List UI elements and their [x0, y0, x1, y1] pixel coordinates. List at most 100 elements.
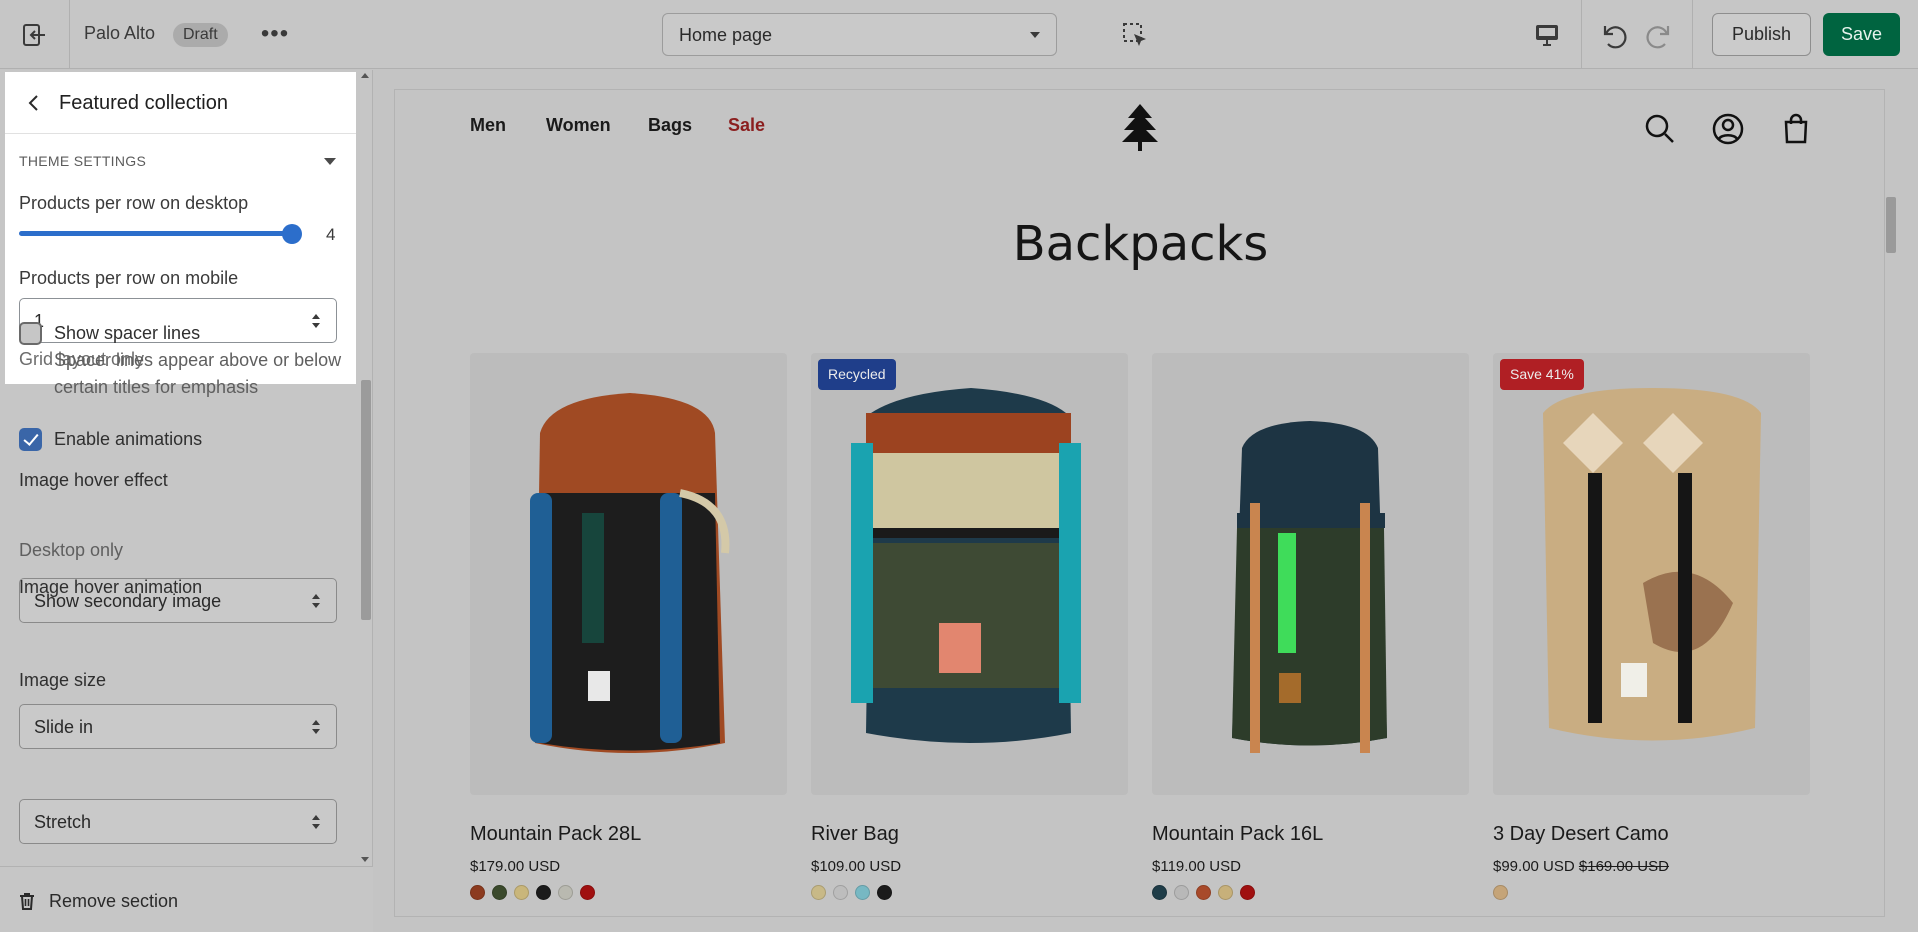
color-swatch[interactable] [1240, 885, 1255, 900]
product-badge: Save 41% [1500, 359, 1584, 390]
color-swatch[interactable] [855, 885, 870, 900]
redo-icon[interactable] [1644, 20, 1676, 50]
desktop-row-value: 4 [326, 225, 336, 244]
divider [69, 0, 70, 69]
nav-link-bags[interactable]: Bags [648, 115, 692, 136]
store-preview: Men Women Bags Sale Backpacks Mountain P… [394, 89, 1885, 917]
scroll-up-icon[interactable] [361, 73, 369, 78]
desktop-view-icon[interactable] [1533, 21, 1561, 49]
price-value: $99.00 USD [1493, 858, 1575, 875]
color-swatch[interactable] [1152, 885, 1167, 900]
trash-icon[interactable] [17, 891, 37, 911]
color-swatch[interactable] [1218, 885, 1233, 900]
mobile-row-label: Products per row on mobile [19, 268, 239, 288]
section-title: Featured collection [59, 92, 228, 114]
inspector-icon[interactable] [1121, 21, 1149, 49]
scrollbar-thumb[interactable] [1886, 197, 1896, 253]
color-swatch[interactable] [833, 885, 848, 900]
sidebar-scrollbar[interactable] [358, 70, 371, 866]
back-arrow-icon[interactable] [23, 92, 45, 114]
preview-scrollbar[interactable] [1884, 89, 1898, 917]
store-name: Palo Alto [84, 23, 156, 43]
spacer-lines-checkbox[interactable] [19, 322, 42, 345]
hover-effect-help: Desktop only [19, 540, 124, 560]
color-swatch[interactable] [536, 885, 551, 900]
product-price: $99.00 USD $169.00 USD [1493, 858, 1669, 875]
slider-track [19, 231, 291, 236]
editor-topbar: Palo Alto Draft ••• Home page Publish Sa… [0, 0, 1918, 69]
save-button[interactable]: Save [1823, 13, 1900, 56]
color-swatch[interactable] [580, 885, 595, 900]
exit-icon[interactable] [18, 20, 52, 50]
caret-down-icon[interactable] [324, 158, 336, 165]
color-swatch[interactable] [1174, 885, 1189, 900]
section-header: Featured collection [5, 72, 356, 134]
product-price: $179.00 USD [470, 858, 560, 875]
select-arrows-icon [312, 720, 320, 736]
product-badge: Recycled [818, 359, 896, 390]
spacer-lines-help: Spacer lines appear above or below certa… [54, 350, 342, 397]
color-swatch[interactable] [1196, 885, 1211, 900]
collection-title: Backpacks [1012, 216, 1269, 272]
price-value: $179.00 USD [470, 858, 561, 875]
color-swatch[interactable] [514, 885, 529, 900]
scroll-down-icon[interactable] [361, 857, 369, 862]
product-image[interactable]: Save 41% [1493, 353, 1810, 795]
divider [1581, 0, 1582, 69]
chevron-down-icon [1028, 28, 1042, 42]
image-size-select[interactable]: Stretch [19, 799, 337, 844]
product-image[interactable]: Recycled [811, 353, 1128, 795]
image-size-label: Image size [19, 670, 107, 690]
color-swatch[interactable] [1493, 885, 1508, 900]
product-image[interactable] [470, 353, 787, 795]
more-actions-button[interactable]: ••• [261, 20, 288, 48]
scrollbar-thumb[interactable] [361, 380, 371, 620]
status-badge: Draft [173, 23, 228, 47]
select-arrows-icon [312, 815, 320, 831]
product-name[interactable]: River Bag [811, 823, 899, 846]
product-name[interactable]: Mountain Pack 16L [1152, 823, 1323, 846]
color-swatch[interactable] [877, 885, 892, 900]
color-swatch[interactable] [811, 885, 826, 900]
undo-icon[interactable] [1597, 20, 1629, 50]
hover-animation-value: Slide in [34, 717, 94, 737]
publish-button[interactable]: Publish [1712, 13, 1811, 56]
color-swatch[interactable] [470, 885, 485, 900]
hover-effect-label: Image hover effect [19, 470, 168, 490]
settings-sidebar: Featured collection THEME SETTINGS Produ… [0, 70, 373, 932]
nav-link-sale[interactable]: Sale [728, 115, 765, 136]
price-value: $109.00 USD [811, 858, 902, 875]
account-icon[interactable] [1712, 113, 1744, 145]
spacer-lines-label: Show spacer lines [54, 323, 201, 343]
remove-section-button[interactable]: Remove section [49, 891, 178, 912]
color-swatch[interactable] [492, 885, 507, 900]
sidebar-footer: Remove section [0, 866, 373, 932]
hover-animation-select[interactable]: Slide in [19, 704, 337, 749]
select-arrows-icon [312, 594, 320, 610]
product-name[interactable]: Mountain Pack 28L [470, 823, 641, 846]
product-image[interactable] [1152, 353, 1469, 795]
price-value: $119.00 USD [1152, 858, 1241, 875]
page-selector-value: Home page [679, 25, 773, 45]
image-size-value: Stretch [34, 812, 92, 832]
store-logo-icon[interactable] [1118, 102, 1162, 152]
nav-link-women[interactable]: Women [546, 115, 611, 136]
search-icon[interactable] [1644, 113, 1676, 145]
hover-animation-label: Image hover animation [19, 577, 203, 597]
page-selector[interactable]: Home page [662, 13, 1057, 56]
color-swatches [1493, 885, 1508, 901]
product-price: $119.00 USD [1152, 858, 1241, 875]
animations-label: Enable animations [54, 429, 203, 449]
desktop-row-label: Products per row on desktop [19, 193, 249, 213]
divider [1692, 0, 1693, 69]
product-name[interactable]: 3 Day Desert Camo [1493, 823, 1669, 846]
color-swatch[interactable] [558, 885, 573, 900]
color-swatches [811, 885, 892, 901]
slider-handle[interactable] [282, 224, 302, 244]
color-swatches [470, 885, 595, 901]
nav-link-men[interactable]: Men [470, 115, 506, 136]
group-label: THEME SETTINGS [19, 153, 147, 169]
desktop-row-slider[interactable] [19, 223, 302, 245]
animations-checkbox[interactable] [19, 428, 42, 451]
cart-icon[interactable] [1780, 113, 1812, 145]
